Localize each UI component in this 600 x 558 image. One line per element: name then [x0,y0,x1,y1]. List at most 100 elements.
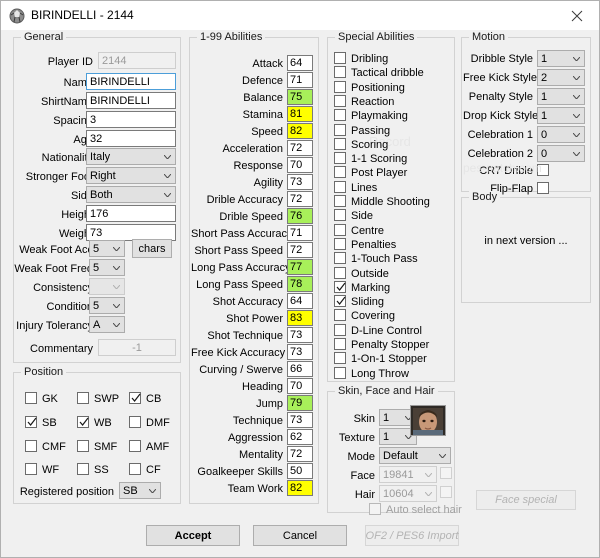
hair-extra-checkbox[interactable] [440,486,452,498]
special-ability-checkbox-dribling[interactable] [334,52,346,64]
face-extra-checkbox[interactable] [440,467,452,479]
condition-select[interactable]: 5 [89,297,125,314]
special-ability-checkbox-lines[interactable] [334,181,346,193]
special-ability-label-middle-shooting: Middle Shooting [351,196,430,208]
ability-value-long-pass-accuracy[interactable]: 77 [287,259,313,275]
special-ability-checkbox-side[interactable] [334,209,346,221]
ability-value-speed[interactable]: 82 [287,123,313,139]
face-select[interactable]: 19841 [379,466,437,483]
ability-value-agility[interactable]: 73 [287,174,313,190]
motion-checkbox-cr7-drible[interactable] [537,164,549,176]
age-input[interactable]: 32 [86,130,176,147]
special-ability-checkbox-1-on-1-stopper[interactable] [334,352,346,364]
position-checkbox-ss[interactable] [77,463,89,475]
ability-value-attack[interactable]: 64 [287,55,313,71]
motion-select-free-kick-style[interactable]: 2 [537,69,585,86]
ability-value-curving-swerve[interactable]: 66 [287,361,313,377]
chars-button[interactable]: chars [132,239,172,258]
hair-select[interactable]: 10604 [379,485,437,502]
motion-checkbox-flip-flap[interactable] [537,182,549,194]
special-ability-checkbox-tactical-dribble[interactable] [334,66,346,78]
registered-position-select[interactable]: SB [119,482,161,499]
side-select[interactable]: Both [86,186,176,203]
ability-value-drible-speed[interactable]: 76 [287,208,313,224]
ability-label-acceleration: Acceleration [222,143,283,155]
position-checkbox-gk[interactable] [25,392,37,404]
ability-value-stamina[interactable]: 81 [287,106,313,122]
consistency-select[interactable] [89,278,125,295]
accept-button[interactable]: Accept [146,525,240,546]
special-ability-checkbox-scoring[interactable] [334,138,346,150]
ability-value-balance[interactable]: 75 [287,89,313,105]
ability-value-response[interactable]: 70 [287,157,313,173]
ability-value-shot-accuracy[interactable]: 64 [287,293,313,309]
special-ability-checkbox-1-touch-pass[interactable] [334,252,346,264]
motion-select-celebration-2[interactable]: 0 [537,145,585,162]
special-ability-checkbox-post-player[interactable] [334,166,346,178]
position-checkbox-wf[interactable] [25,463,37,475]
ability-value-aggression[interactable]: 62 [287,429,313,445]
ability-value-technique[interactable]: 73 [287,412,313,428]
special-ability-checkbox-positioning[interactable] [334,81,346,93]
ability-value-team-work[interactable]: 82 [287,480,313,496]
motion-select-drop-kick-style[interactable]: 1 [537,107,585,124]
position-checkbox-cmf[interactable] [25,440,37,452]
ability-value-acceleration[interactable]: 72 [287,140,313,156]
special-ability-checkbox-centre[interactable] [334,224,346,236]
motion-select-celebration-1[interactable]: 0 [537,126,585,143]
special-ability-checkbox-covering[interactable] [334,309,346,321]
position-checkbox-sb[interactable] [25,416,37,428]
cancel-button[interactable]: Cancel [253,525,347,546]
position-checkbox-cf[interactable] [129,463,141,475]
special-ability-checkbox-penalties[interactable] [334,238,346,250]
name-input[interactable]: BIRINDELLI [86,73,176,90]
ability-value-shot-power[interactable]: 83 [287,310,313,326]
ability-value-long-pass-speed[interactable]: 78 [287,276,313,292]
special-ability-checkbox-playmaking[interactable] [334,109,346,121]
special-ability-checkbox-penalty-stopper[interactable] [334,338,346,350]
motion-select-penalty-style[interactable]: 1 [537,88,585,105]
weak-foot-freq-select[interactable]: 5 [89,259,125,276]
stronger-foot-select[interactable]: Right [86,167,176,184]
special-ability-checkbox-middle-shooting[interactable] [334,195,346,207]
ability-value-free-kick-accuracy[interactable]: 73 [287,344,313,360]
ability-value-mentality[interactable]: 72 [287,446,313,462]
position-checkbox-wb[interactable] [77,416,89,428]
spacing-input[interactable]: 3 [86,111,176,128]
ability-value-short-pass-speed[interactable]: 72 [287,242,313,258]
close-icon[interactable] [554,1,599,30]
special-ability-label-tactical-dribble: Tactical dribble [351,67,424,79]
special-ability-checkbox-passing[interactable] [334,124,346,136]
position-checkbox-swp[interactable] [77,392,89,404]
ability-value-defence[interactable]: 71 [287,72,313,88]
shirtname-input[interactable]: BIRINDELLI [86,92,176,109]
height-input[interactable]: 176 [86,205,176,222]
position-checkbox-cb[interactable] [129,392,141,404]
position-checkbox-smf[interactable] [77,440,89,452]
special-ability-checkbox-reaction[interactable] [334,95,346,107]
face-special-button[interactable]: Face special [476,490,576,510]
ability-value-short-pass-accuracy[interactable]: 71 [287,225,313,241]
special-ability-checkbox-marking[interactable] [334,281,346,293]
position-checkbox-amf[interactable] [129,440,141,452]
injury-tolerancy-select[interactable]: A [89,316,125,333]
position-checkbox-dmf[interactable] [129,416,141,428]
ability-label-mentality: Mentality [238,449,283,461]
ability-value-heading[interactable]: 70 [287,378,313,394]
ability-value-shot-technique[interactable]: 73 [287,327,313,343]
ability-value-drible-accuracy[interactable]: 72 [287,191,313,207]
special-ability-checkbox-outside[interactable] [334,267,346,279]
auto-select-hair-checkbox[interactable] [369,503,381,515]
ability-value-goalkeeper-skills[interactable]: 50 [287,463,313,479]
ability-value-jump[interactable]: 79 [287,395,313,411]
special-ability-checkbox-1-1-scoring[interactable] [334,152,346,164]
weak-foot-acc-select[interactable]: 5 [89,240,125,257]
special-ability-checkbox-sliding[interactable] [334,295,346,307]
special-ability-checkbox-d-line-control[interactable] [334,324,346,336]
special-ability-checkbox-long-throw[interactable] [334,367,346,379]
of2-pes6-import-button[interactable]: OF2 / PES6 Import [365,525,459,546]
motion-select-dribble-style[interactable]: 1 [537,50,585,67]
special-ability-label-post-player: Post Player [351,167,408,179]
mode-select[interactable]: Default [379,447,451,464]
nationality-select[interactable]: Italy [86,148,176,165]
